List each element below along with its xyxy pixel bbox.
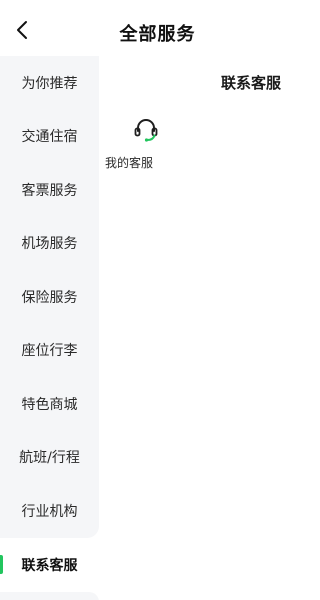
section-title: 联系客服 [220, 74, 281, 92]
app-root: 全部服务 为你推荐 交通住宿 客票服务 机场服务 保险服务 座位行李 特色商城 … [0, 0, 315, 600]
sidebar-item-flight-itinerary[interactable]: 航班/行程 [0, 430, 99, 483]
sidebar-item-mall[interactable]: 特色商城 [0, 377, 99, 430]
sidebar-item-ticket-service[interactable]: 客票服务 [0, 163, 99, 216]
sidebar-item-label: 客票服务 [21, 182, 78, 199]
sidebar-item-label: 为你推荐 [21, 75, 78, 92]
sidebar-item-airport-service[interactable]: 机场服务 [0, 216, 99, 269]
sidebar-item-industry-org[interactable]: 行业机构 [0, 484, 99, 537]
sidebar-item-label: 座位行李 [21, 342, 78, 359]
service-label: 我的客服 [105, 156, 154, 170]
sidebar-item-label: 联系客服 [21, 557, 78, 574]
sidebar-item-seat-baggage[interactable]: 座位行李 [0, 323, 99, 376]
page-title: 全部服务 [119, 24, 196, 45]
active-indicator [0, 555, 3, 574]
sidebar-item-label: 行业机构 [21, 503, 78, 520]
sidebar-item-contact-support[interactable]: 联系客服 [0, 538, 99, 591]
category-sidebar: 为你推荐 交通住宿 客票服务 机场服务 保险服务 座位行李 特色商城 航班/行程… [0, 56, 99, 600]
sidebar-item-label: 特色商城 [21, 396, 78, 413]
sidebar-item-recommended[interactable]: 为你推荐 [0, 56, 99, 109]
sidebar-item-label: 航班/行程 [19, 449, 80, 466]
sidebar-item-label: 保险服务 [21, 289, 78, 306]
top-bar: 全部服务 [0, 0, 315, 58]
service-panel: 联系客服 我的客服 [99, 56, 315, 600]
sidebar-background-bottom [0, 592, 99, 600]
headset-icon [129, 116, 163, 144]
sidebar-item-label: 机场服务 [21, 235, 78, 252]
sidebar-item-label: 交通住宿 [21, 128, 78, 145]
sidebar-item-insurance[interactable]: 保险服务 [0, 270, 99, 323]
sidebar-item-transport-hotel[interactable]: 交通住宿 [0, 109, 99, 162]
my-support-button[interactable]: 我的客服 [105, 116, 161, 174]
